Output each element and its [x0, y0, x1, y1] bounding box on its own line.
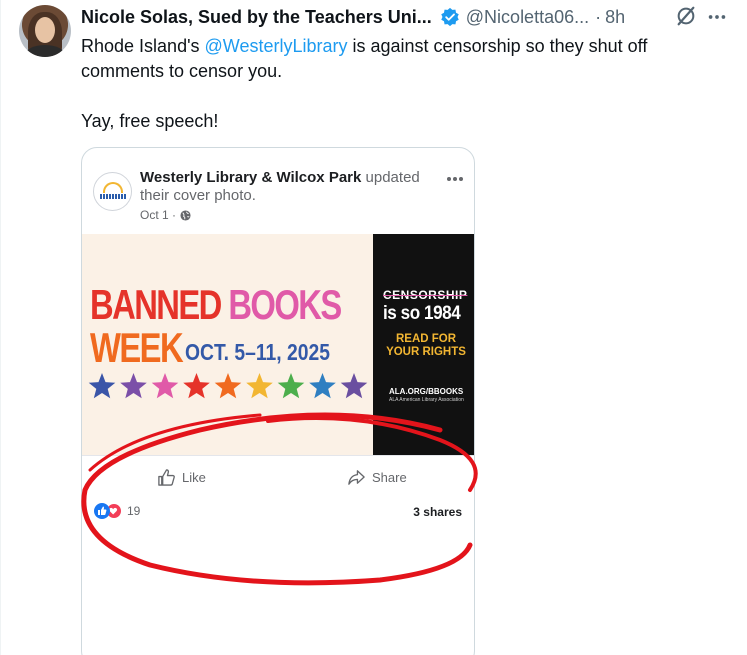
fb-page-name: Westerly Library & Wilcox Park — [140, 169, 362, 186]
star-icon — [214, 373, 242, 399]
like-reaction-icon — [94, 503, 110, 519]
banner-books: BOOKS — [228, 281, 342, 328]
library-logo — [93, 172, 132, 211]
star-icon — [183, 373, 210, 399]
fb-post-header: Westerly Library & Wilcox Park updated t… — [82, 148, 474, 234]
verified-badge-icon — [441, 7, 459, 27]
rainbow-stars — [88, 373, 368, 399]
fb-share-button[interactable]: Share — [347, 468, 407, 487]
star-icon — [246, 373, 273, 399]
banner-read-for: READ FOR YOUR RIGHTS — [386, 333, 466, 358]
tweet-text-part: Rhode Island's — [81, 36, 205, 56]
tweet-header: Nicole Solas, Sued by the Teachers Uni..… — [81, 6, 625, 28]
thumbs-up-icon — [158, 469, 175, 486]
avatar[interactable] — [19, 5, 71, 57]
banner-ala-url: ALA.ORG/BBOOKS — [389, 387, 464, 396]
share-arrow-icon — [348, 470, 365, 485]
tweet-text-line2: Yay, free speech! — [81, 111, 219, 131]
star-icon — [340, 373, 368, 399]
banner-title: BANNED BOOKS — [90, 281, 342, 328]
star-icon — [277, 373, 305, 399]
star-icon — [120, 373, 147, 399]
globe-icon — [180, 209, 191, 221]
banner-week: WEEK — [90, 324, 184, 371]
reaction-count: 19 — [127, 504, 141, 518]
display-name[interactable]: Nicole Solas, Sued by the Teachers Uni..… — [81, 7, 432, 28]
fb-date-text: Oct 1 · — [140, 208, 177, 222]
timestamp[interactable]: 8h — [605, 7, 625, 28]
fb-reactions: 19 — [94, 503, 140, 519]
banner-so-1984: is so 1984 — [383, 303, 461, 324]
user-handle[interactable]: @Nicoletta06... — [466, 7, 589, 28]
fb-like-label: Like — [182, 470, 206, 485]
tweet-text: Rhode Island's @WesterlyLibrary is again… — [81, 34, 721, 134]
timeline-border — [0, 0, 1, 655]
banner-banned: BANNED — [90, 281, 222, 328]
star-icon — [88, 373, 116, 399]
grok-icon[interactable] — [675, 5, 697, 27]
mention-link[interactable]: @WesterlyLibrary — [205, 36, 348, 56]
star-icon — [309, 373, 336, 399]
share-count: 3 shares — [413, 505, 462, 519]
fb-like-button[interactable]: Like — [157, 468, 206, 487]
banned-books-banner: BANNED BOOKS WEEK OCT. 5–11, 2025 CENSOR… — [82, 234, 474, 455]
fb-post-date: Oct 1 · — [140, 208, 191, 222]
fb-post-title: Westerly Library & Wilcox Park updated t… — [140, 169, 440, 205]
banner-censorship: CENSORSHIP — [383, 288, 468, 302]
more-icon[interactable] — [706, 6, 728, 28]
fb-share-label: Share — [372, 470, 407, 485]
banner-ala-panel: CENSORSHIP is so 1984 READ FOR YOUR RIGH… — [373, 234, 474, 455]
banner-ala-name: ALA American Library Association — [389, 397, 464, 403]
time-separator: · — [595, 6, 602, 27]
fb-actions-bar: Like Share — [82, 455, 474, 497]
embedded-image[interactable]: Westerly Library & Wilcox Park updated t… — [81, 147, 475, 655]
star-icon — [151, 373, 179, 399]
fb-more-icon — [447, 177, 463, 181]
banner-dates: OCT. 5–11, 2025 — [185, 339, 331, 365]
